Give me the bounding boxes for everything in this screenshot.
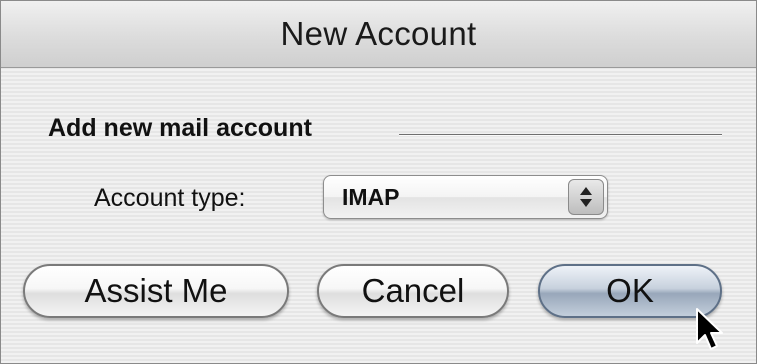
dialog-titlebar[interactable]: New Account — [1, 1, 756, 68]
account-type-popup[interactable]: IMAP — [323, 175, 608, 219]
new-account-dialog: New Account Add new mail account Account… — [0, 0, 757, 364]
assist-me-button[interactable]: Assist Me — [23, 264, 289, 318]
dialog-title: New Account — [280, 15, 477, 52]
section-header: Add new mail account — [48, 114, 312, 143]
up-down-arrows-icon — [568, 179, 604, 215]
account-type-value: IMAP — [342, 184, 400, 210]
section-label: Add new mail account — [48, 114, 312, 142]
account-type-label: Account type: — [94, 184, 246, 212]
section-divider — [399, 134, 722, 136]
cancel-button[interactable]: Cancel — [317, 264, 509, 318]
mouse-pointer-icon — [695, 307, 727, 358]
